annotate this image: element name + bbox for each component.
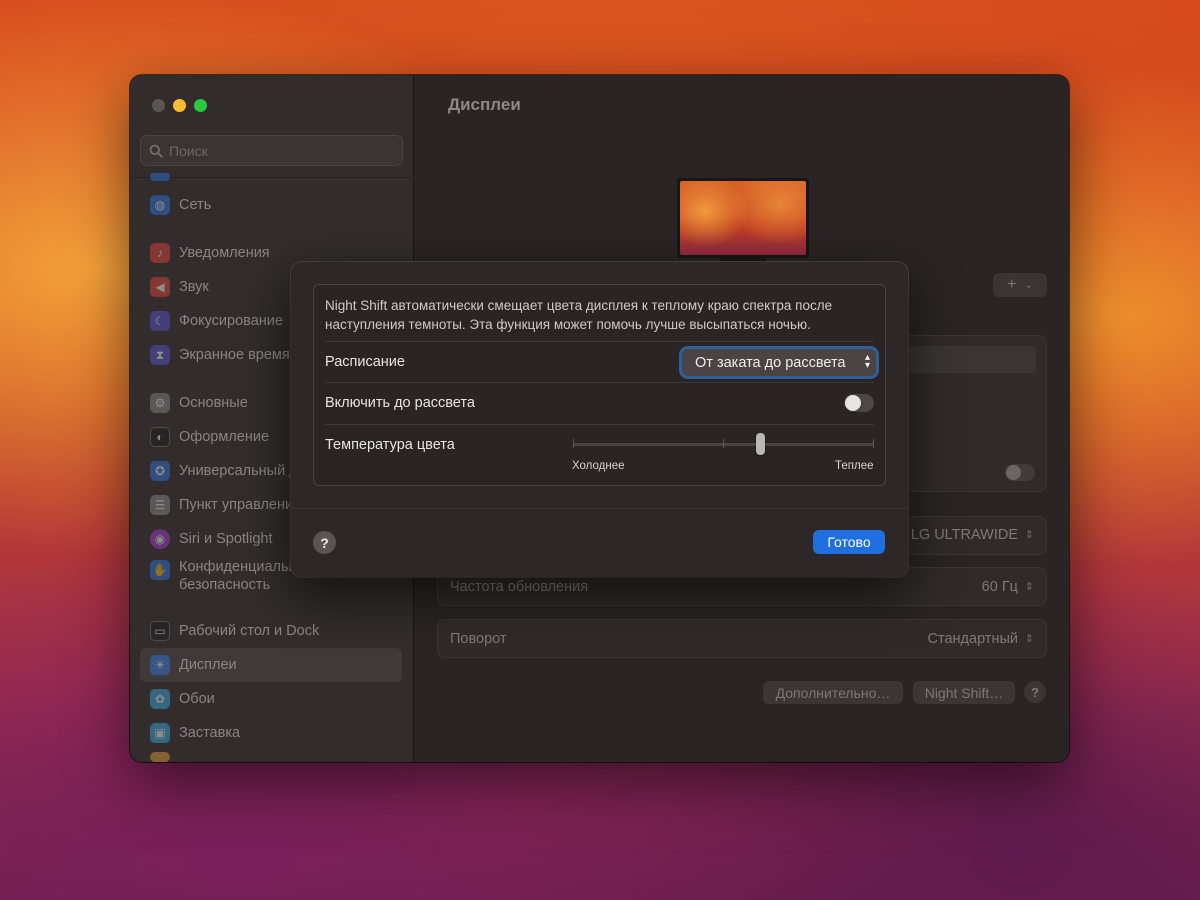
divider: [325, 341, 874, 342]
refresh-rate-value: 60 Гц: [981, 579, 1018, 595]
bell-icon: ♪: [150, 243, 170, 263]
page-title: Дисплеи: [448, 95, 521, 114]
sidebar-item-label-line2: безопасность: [179, 577, 271, 593]
updown-chevron-icon: ▴ ▾: [864, 352, 870, 371]
search-field[interactable]: [140, 135, 403, 166]
sidebar-item-label: Основные: [179, 395, 248, 411]
globe-icon: ◍: [150, 195, 170, 215]
sidebar-item-screensaver[interactable]: ▣ Заставка: [140, 716, 402, 750]
display-wallpaper-preview: [680, 181, 806, 255]
color-temperature-slider-knob[interactable]: [755, 433, 765, 455]
flower-icon: ✿: [150, 689, 170, 709]
speaker-icon: ◀: [150, 277, 170, 297]
help-button[interactable]: ?: [1024, 681, 1046, 703]
gear-icon: ⚙: [150, 393, 170, 413]
sidebar-item-label: Уведомления: [179, 245, 270, 261]
sidebar-item-network[interactable]: ◍ Сеть: [140, 188, 402, 222]
sidebar-item-partial-bottom: [140, 750, 402, 762]
sidebar-item-label: Звук: [179, 279, 209, 295]
window-controls: [152, 99, 207, 112]
dock-icon: ▭: [150, 621, 170, 641]
search-input[interactable]: [169, 142, 389, 159]
schedule-label: Расписание: [325, 354, 405, 370]
chevron-down-icon: ⌄: [1024, 279, 1033, 291]
display-toggle[interactable]: [1005, 464, 1035, 481]
rotation-row[interactable]: Поворот Стандартный ⇕: [437, 619, 1047, 658]
advanced-button[interactable]: Дополнительно…: [763, 681, 903, 704]
sidebar-item-label: Рабочий стол и Dock: [179, 623, 320, 639]
divider: [325, 424, 874, 425]
sidebar-item-displays[interactable]: ☀ Дисплеи: [140, 648, 402, 682]
toggle-knob: [845, 395, 861, 411]
updown-chevron-icon: ⇕: [1024, 581, 1034, 593]
cold-label: Холоднее: [572, 460, 625, 472]
slider-tick: [573, 439, 574, 448]
color-temperature-label: Температура цвета: [325, 437, 455, 453]
display-name-value: LG ULTRAWIDE: [910, 527, 1018, 543]
enable-until-sunrise-label: Включить до рассвета: [325, 395, 475, 411]
divider: [325, 382, 874, 383]
screensaver-icon: ▣: [150, 723, 170, 743]
hourglass-icon: ⧗: [150, 345, 170, 365]
brightness-icon: ☀: [150, 655, 170, 675]
rotation-label: Поворот: [450, 631, 507, 647]
zoom-window-button[interactable]: [194, 99, 207, 112]
slider-tick: [723, 439, 724, 448]
updown-chevron-icon: ⇕: [1024, 633, 1034, 645]
done-button[interactable]: Готово: [813, 530, 885, 554]
sidebar-item-label: Обои: [179, 691, 215, 707]
schedule-select[interactable]: От заката до рассвета ▴ ▾: [682, 349, 876, 376]
slider-tick: [873, 439, 874, 448]
close-window-button[interactable]: [152, 99, 165, 112]
sidebar-item-desktop-dock[interactable]: ▭ Рабочий стол и Dock: [140, 614, 402, 648]
display-stand: [720, 258, 766, 261]
sidebar-item-label: Дисплеи: [179, 657, 237, 673]
warm-label: Теплее: [835, 460, 874, 472]
schedule-select-value: От заката до рассвета: [695, 354, 846, 371]
moon-icon: ☾: [150, 311, 170, 331]
display-thumbnail[interactable]: [677, 178, 809, 258]
refresh-rate-label: Частота обновления: [450, 579, 589, 595]
sidebar-item-label: Пункт управления: [179, 497, 301, 513]
rotation-value: Стандартный: [927, 631, 1018, 647]
sidebar-item-label: Фокусирование: [179, 313, 283, 329]
control-center-icon: ☰: [150, 495, 170, 515]
resolution-option-highlight: [908, 346, 1036, 373]
hand-icon: ✋: [150, 560, 170, 580]
battery-partial-icon: [150, 752, 170, 762]
search-icon: [149, 144, 163, 158]
footer-divider: [291, 508, 908, 509]
add-display-button[interactable]: + ⌄: [993, 273, 1047, 297]
night-shift-button[interactable]: Night Shift…: [913, 681, 1015, 704]
night-shift-sheet: Night Shift автоматически смещает цвета …: [291, 262, 908, 577]
minimize-window-button[interactable]: [173, 99, 186, 112]
siri-icon: ◉: [150, 529, 170, 549]
appearance-icon: ◐: [150, 427, 170, 447]
sidebar-item-label: Экранное время: [179, 347, 290, 363]
network-partial-icon: [150, 173, 170, 181]
night-shift-description: Night Shift автоматически смещает цвета …: [325, 298, 833, 332]
sidebar-item-label: Оформление: [179, 429, 270, 445]
updown-chevron-icon: ⇕: [1024, 529, 1034, 541]
accessibility-icon: ✪: [150, 461, 170, 481]
night-shift-settings-box: Night Shift автоматически смещает цвета …: [313, 284, 886, 486]
enable-until-sunrise-toggle[interactable]: [844, 394, 874, 412]
sidebar-item-label: Siri и Spotlight: [179, 531, 273, 547]
sidebar-item-label: Сеть: [179, 197, 212, 213]
sidebar-item-wallpaper[interactable]: ✿ Обои: [140, 682, 402, 716]
plus-icon: +: [1007, 276, 1017, 293]
sidebar-item-label: Заставка: [179, 725, 241, 741]
sidebar-item-partial: [140, 170, 402, 184]
sheet-help-button[interactable]: ?: [313, 531, 336, 554]
